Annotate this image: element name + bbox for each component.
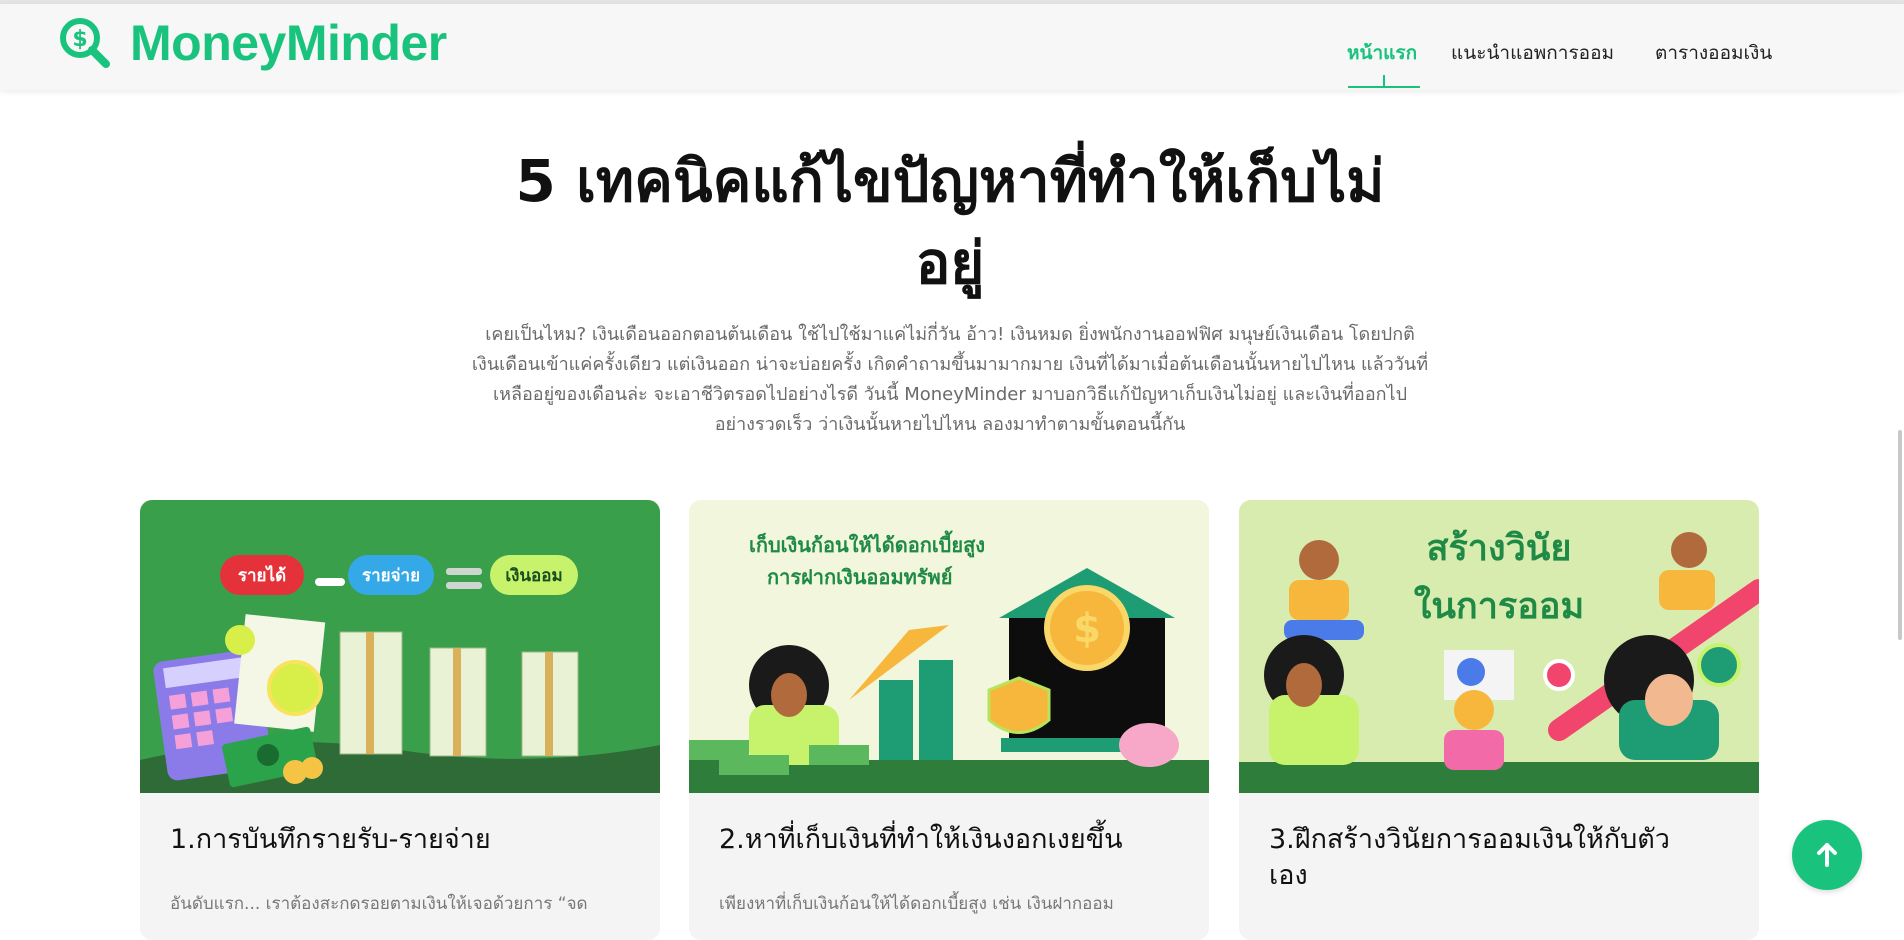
page-title-line2: อยู่ — [915, 229, 985, 297]
card-2-img-line1: เก็บเงินก้อนให้ได้ดอกเบี้ยสูง — [749, 530, 985, 559]
pill-saving: เงินออม — [505, 566, 562, 586]
pill-income: รายได้ — [238, 565, 286, 586]
card-2-title[interactable]: 2.หาที่เก็บเงินที่ทำให้เงินงอกเงยขึ้น — [719, 822, 1159, 858]
intro-paragraph: เคยเป็นไหม? เงินเดือนออกตอนต้นเดือน ใช้ไ… — [440, 320, 1460, 440]
nav-item-apps[interactable]: แนะนำแอพการออม — [1451, 38, 1614, 68]
svg-text:$: $ — [1073, 606, 1101, 652]
card-1-title[interactable]: 1.การบันทึกรายรับ-รายจ่าย — [170, 822, 610, 858]
brand-name[interactable]: MoneyMinder — [130, 14, 447, 72]
card-3-illustration: สร้างวินัย ในการออม — [1239, 500, 1759, 793]
card-2-illustration: เก็บเงินก้อนให้ได้ดอกเบี้ยสูง การฝากเงิน… — [689, 500, 1209, 793]
card-3-title-line2: เอง — [1269, 860, 1308, 891]
card-3-title-line1: 3.ฝึกสร้างวินัยการออมเงินให้กับตัว — [1269, 824, 1670, 855]
page-title: 5 เทคนิคแก้ไขปัญหาที่ทำให้เก็บไม่ อยู่ — [430, 140, 1470, 304]
card-2-img-line2: การฝากเงินออมทรัพย์ — [767, 565, 952, 589]
article-card-1[interactable]: รายได้ รายจ่าย เงินออม 1.การบันทึกรายรับ… — [140, 500, 660, 940]
card-3-title[interactable]: 3.ฝึกสร้างวินัยการออมเงินให้กับตัว เอง — [1269, 822, 1709, 894]
intro-line: เคยเป็นไหม? เงินเดือนออกตอนต้นเดือน ใช้ไ… — [485, 324, 1415, 345]
card-3-img-line2: ในการออม — [1414, 584, 1585, 627]
card-1-excerpt: อันดับแรก... เราต้องสะกดรอยตามเงินให้เจอ… — [170, 894, 588, 914]
nav-item-saving-table[interactable]: ตารางออมเงิน — [1655, 38, 1772, 68]
article-card-3[interactable]: สร้างวินัย ในการออม 3.ฝึกสร้างวินัยการออ… — [1239, 500, 1759, 940]
page-scrollbar[interactable] — [1898, 430, 1902, 640]
intro-line: เงินเดือนเข้าแค่ครั้งเดียว แต่เงินออก น่… — [471, 354, 1429, 375]
nav-active-underline — [1348, 86, 1420, 88]
dollar-search-icon[interactable]: $ — [58, 16, 112, 70]
page-title-line1: 5 เทคนิคแก้ไขปัญหาที่ทำให้เก็บไม่ — [515, 147, 1385, 215]
pill-expense: รายจ่าย — [362, 566, 420, 586]
nav-item-home[interactable]: หน้าแรก — [1347, 38, 1417, 68]
navbar: $ MoneyMinder หน้าแรก แนะนำแอพการออม ตาร… — [0, 4, 1904, 90]
scroll-to-top-button[interactable] — [1792, 820, 1862, 890]
intro-line: อย่างรวดเร็ว ว่าเงินนั้นหายไปไหน ลองมาทำ… — [714, 414, 1186, 435]
card-3-img-line1: สร้างวินัย — [1426, 528, 1571, 569]
card-2-excerpt: เพียงหาที่เก็บเงินก้อนให้ได้ดอกเบี้ยสูง … — [719, 894, 1114, 914]
arrow-up-icon — [1817, 843, 1837, 867]
card-1-illustration: รายได้ รายจ่าย เงินออม — [140, 500, 660, 793]
svg-text:$: $ — [72, 27, 87, 52]
intro-line: เหลืออยู่ของเดือนล่ะ จะเอาชีวิตรอดไปอย่า… — [492, 384, 1408, 405]
article-card-2[interactable]: เก็บเงินก้อนให้ได้ดอกเบี้ยสูง การฝากเงิน… — [689, 500, 1209, 940]
